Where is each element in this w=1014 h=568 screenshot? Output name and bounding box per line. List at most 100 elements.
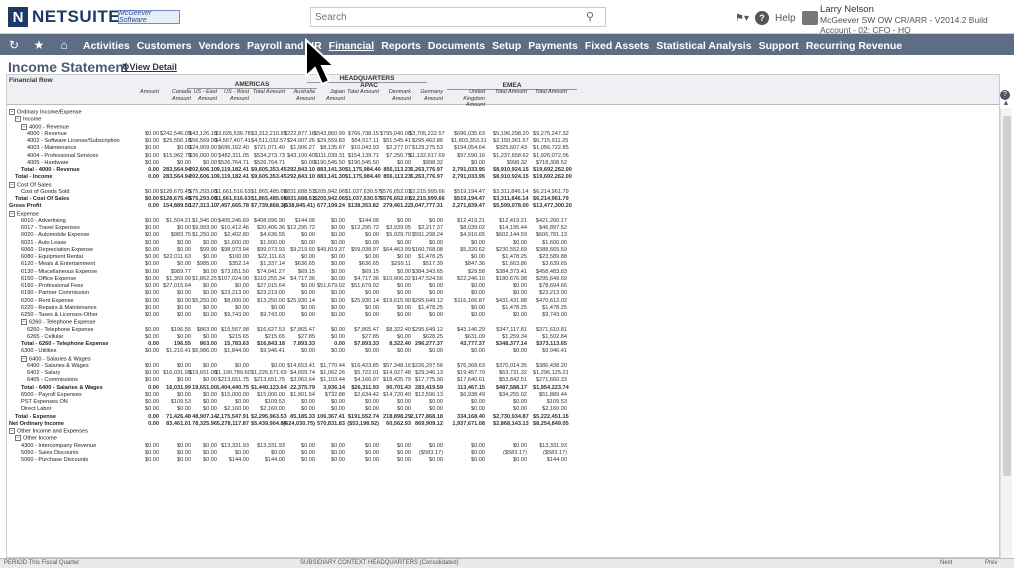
table-cell[interactable]: $0.00 bbox=[125, 138, 159, 145]
table-cell[interactable]: $1,663.86 bbox=[493, 261, 527, 268]
avatar[interactable] bbox=[801, 11, 818, 25]
table-cell[interactable]: $0.00 bbox=[125, 363, 159, 370]
table-cell[interactable]: $325,607.43 bbox=[493, 145, 527, 152]
table-cell[interactable]: $12,596.13 bbox=[409, 392, 443, 399]
table-cell[interactable]: $205,942.06 bbox=[311, 189, 345, 196]
column-header[interactable]: Total Amount bbox=[493, 89, 527, 96]
table-cell[interactable]: 0.00 bbox=[125, 421, 159, 428]
table-cell[interactable]: $6,715,911.25 bbox=[533, 138, 568, 145]
table-cell[interactable]: $1,103.44 bbox=[311, 377, 345, 384]
table-cell[interactable]: $7,865.47 bbox=[345, 327, 379, 334]
table-cell[interactable]: $0.00 bbox=[377, 160, 411, 167]
table-cell[interactable]: $215.65 bbox=[251, 334, 285, 341]
search-icon[interactable]: ⚲ bbox=[586, 10, 594, 23]
table-cell[interactable]: 0.00 bbox=[125, 203, 159, 210]
table-cell[interactable]: $29.58 bbox=[451, 269, 485, 276]
table-cell[interactable]: $12,295.72 bbox=[345, 225, 379, 232]
table-cell[interactable]: $7,250.75 bbox=[377, 153, 411, 160]
table-cell[interactable]: $191,552.74 bbox=[345, 414, 379, 421]
table-cell[interactable]: 5,263,776.97 bbox=[409, 174, 443, 181]
table-cell[interactable]: $636.65 bbox=[281, 261, 315, 268]
column-header[interactable]: Germany Amount bbox=[409, 89, 443, 102]
table-cell[interactable]: $27.85 bbox=[345, 334, 379, 341]
table-cell[interactable]: $0.00 bbox=[493, 443, 527, 450]
table-cell[interactable]: 3,047,777.31 bbox=[409, 203, 443, 210]
table-cell[interactable]: $0.00 bbox=[451, 348, 485, 355]
table-cell[interactable]: $144.06 bbox=[281, 218, 315, 225]
table-cell[interactable]: $17,640.61 bbox=[451, 377, 485, 384]
table-cell[interactable]: $0.00 bbox=[311, 327, 345, 334]
table-cell[interactable]: $53,842.51 bbox=[493, 377, 527, 384]
table-cell[interactable]: $1,946.00 bbox=[183, 218, 217, 225]
table-cell[interactable]: 334,168.40 bbox=[451, 414, 485, 421]
table-cell[interactable]: $0.00 bbox=[215, 450, 249, 457]
table-cell[interactable]: $517.39 bbox=[409, 261, 443, 268]
table-cell[interactable]: 292,843.10 bbox=[281, 167, 315, 174]
table-cell[interactable]: $16,627.53 bbox=[251, 327, 285, 334]
recent-records-icon[interactable]: ⚑▾ bbox=[735, 13, 749, 24]
table-cell[interactable]: $0.00 bbox=[345, 312, 379, 319]
table-cell[interactable]: $0.00 bbox=[377, 290, 411, 297]
table-cell[interactable]: $0.00 bbox=[311, 348, 345, 355]
table-cell[interactable]: $0.00 bbox=[311, 254, 345, 261]
table-cell[interactable]: 85,185.33 bbox=[281, 414, 315, 421]
table-cell[interactable]: 19,651.00 bbox=[183, 385, 217, 392]
table-cell[interactable]: 2,177,868.18 bbox=[409, 414, 443, 421]
table-cell[interactable]: $9,275,247.32 bbox=[533, 131, 569, 138]
table-cell[interactable]: 0.00 bbox=[125, 341, 159, 348]
table-cell[interactable]: $0.00 bbox=[451, 290, 485, 297]
nav-item-activities[interactable]: Activities bbox=[83, 40, 130, 52]
table-cell[interactable]: $0.00 bbox=[183, 457, 217, 464]
table-cell[interactable]: 90,701.43 bbox=[377, 385, 411, 392]
table-cell[interactable]: $138,353.82 bbox=[345, 203, 379, 210]
table-cell[interactable]: 113,467.15 bbox=[451, 385, 485, 392]
table-cell[interactable]: $1,478.25 bbox=[493, 305, 527, 312]
table-cell[interactable]: $205,942.06 bbox=[311, 196, 345, 203]
table-cell[interactable]: $16,843.18 bbox=[251, 341, 285, 348]
home-icon[interactable]: ⌂ bbox=[58, 38, 70, 52]
table-cell[interactable]: $49,819.37 bbox=[311, 247, 345, 254]
table-cell[interactable]: $12,419.21 bbox=[493, 218, 527, 225]
table-cell[interactable]: $0.00 bbox=[125, 450, 159, 457]
table-cell[interactable]: $10,043.93 bbox=[345, 145, 379, 152]
table-cell[interactable]: $1,661,516.63 bbox=[215, 196, 251, 203]
table-cell[interactable]: $5,320.62 bbox=[451, 247, 485, 254]
nav-item-documents[interactable]: Documents bbox=[428, 40, 485, 52]
table-cell[interactable]: $75,293.00 bbox=[183, 196, 217, 203]
table-cell[interactable]: $0.00 bbox=[409, 290, 443, 297]
next-button[interactable]: Next bbox=[940, 560, 952, 566]
table-cell[interactable]: $3,312,210.97 bbox=[251, 131, 287, 138]
table-cell[interactable]: $0.00 bbox=[451, 457, 485, 464]
nav-item-payments[interactable]: Payments bbox=[528, 40, 578, 52]
column-header[interactable]: US - East Amount bbox=[183, 89, 217, 102]
table-cell[interactable]: 5,278,117.87 bbox=[215, 421, 249, 428]
table-cell[interactable]: $0.00 bbox=[451, 406, 485, 413]
table-cell[interactable]: $1,478.25 bbox=[493, 254, 527, 261]
table-cell[interactable]: $2,295,963.53 bbox=[251, 414, 287, 421]
table-cell[interactable]: $0.00 bbox=[215, 363, 249, 370]
table-cell[interactable]: $1,926,072.06 bbox=[533, 153, 569, 160]
table-cell[interactable]: 8,322.40 bbox=[377, 341, 411, 348]
table-cell[interactable]: $628.25 bbox=[409, 334, 443, 341]
table-cell[interactable]: $0.00 bbox=[311, 290, 345, 297]
table-cell[interactable]: $0.00 bbox=[281, 406, 315, 413]
table-cell[interactable]: $1,478.25 bbox=[409, 254, 443, 261]
table-cell[interactable]: $0.00 bbox=[125, 218, 159, 225]
column-header[interactable]: Amount bbox=[125, 89, 159, 96]
table-cell[interactable]: $0.00 bbox=[345, 406, 379, 413]
table-cell[interactable]: $7,893.33 bbox=[345, 341, 379, 348]
table-cell[interactable]: $2,402.80 bbox=[215, 232, 249, 239]
table-cell[interactable]: $0.00 bbox=[125, 334, 159, 341]
table-cell[interactable]: $847.36 bbox=[451, 261, 485, 268]
table-cell[interactable]: $1,056,722.85 bbox=[533, 145, 569, 152]
table-cell[interactable]: $421,260.17 bbox=[533, 218, 567, 225]
table-cell[interactable]: $0.00 bbox=[311, 334, 345, 341]
nav-item-vendors[interactable]: Vendors bbox=[199, 40, 240, 52]
table-cell[interactable]: $9,946.41 bbox=[251, 348, 285, 355]
table-cell[interactable]: $3,062.64 bbox=[281, 377, 315, 384]
table-cell[interactable]: $0.00 bbox=[281, 305, 315, 312]
table-cell[interactable]: $0.00 bbox=[311, 399, 345, 406]
table-cell[interactable]: $0.00 bbox=[183, 392, 217, 399]
nav-item-statistical-analysis[interactable]: Statistical Analysis bbox=[656, 40, 751, 52]
table-cell[interactable]: $99.99 bbox=[183, 247, 217, 254]
